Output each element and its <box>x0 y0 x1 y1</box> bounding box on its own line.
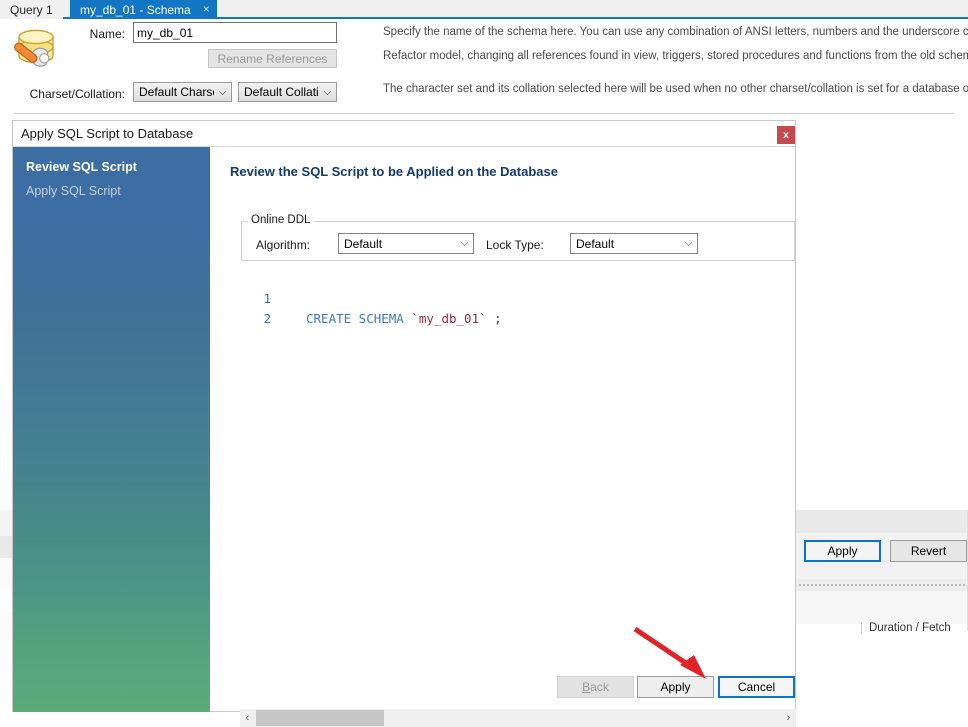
sql-identifier: `my_db_01` <box>411 311 487 326</box>
wizard-step-apply-label: Apply SQL Script <box>26 184 121 198</box>
name-label: Name: <box>89 27 125 41</box>
result-apply-button[interactable]: Apply <box>804 540 881 562</box>
result-apply-label: Apply <box>827 544 858 558</box>
algorithm-select[interactable]: Default ⌵ <box>338 233 474 254</box>
charset-collation-label: Charset/Collation: <box>29 87 125 101</box>
collation-select[interactable]: Default Collation ⌵ <box>238 82 337 102</box>
tab-query-1[interactable]: Query 1 <box>0 0 63 19</box>
chevron-down-icon: ⌵ <box>218 86 227 98</box>
toolbar-band-upper <box>795 510 968 533</box>
apply-sql-script-dialog: Apply SQL Script to Database x Review SQ… <box>12 120 796 727</box>
tab-close-icon[interactable]: × <box>203 2 210 16</box>
lock-type-select-value: Default <box>576 236 615 251</box>
sql-keyword: CREATE SCHEMA <box>306 311 404 326</box>
apply-button-label: Apply <box>660 680 691 694</box>
background-row-sliver <box>0 510 12 536</box>
back-button-label: Back <box>582 680 609 694</box>
background-row-sliver <box>0 536 12 558</box>
header-divider <box>14 113 954 114</box>
wizard-step-review-sql-script[interactable]: Review SQL Script <box>26 160 137 174</box>
sql-line: 1 CREATE SCHEMA `my_db_01` ; <box>241 269 502 326</box>
dialog-heading: Review the SQL Script to be Applied on t… <box>230 164 558 179</box>
cancel-button-label: Cancel <box>737 680 776 694</box>
result-revert-label: Revert <box>910 544 947 558</box>
result-revert-button[interactable]: Revert <box>890 540 967 562</box>
wizard-step-sidebar: Review SQL Script Apply SQL Script <box>13 147 210 712</box>
splitter-handle[interactable] <box>795 579 968 591</box>
scrollbar-thumb[interactable] <box>256 710 384 726</box>
database-wrench-icon <box>10 20 72 82</box>
lock-type-select[interactable]: Default ⌵ <box>570 233 698 254</box>
editor-tabbar: Query 1 my_db_01 - Schema × <box>0 0 968 19</box>
tab-my-db-01-schema[interactable]: my_db_01 - Schema × <box>70 0 217 19</box>
result-grid-toolbar-panel: Apply Revert Duration / Fetch <box>795 510 968 722</box>
toolbar-band-lower <box>795 591 968 624</box>
collation-select-value: Default Collation <box>244 85 319 99</box>
chevron-down-icon: ⌵ <box>323 86 332 98</box>
tab-my-db-01-schema-label: my_db_01 - Schema <box>80 2 191 17</box>
rename-references-label: Rename References <box>217 51 328 66</box>
name-hint-text: Specify the name of the schema here. You… <box>383 26 968 38</box>
schema-name-input[interactable] <box>133 22 337 43</box>
background-row-sliver <box>0 558 12 586</box>
application-root: Query 1 my_db_01 - Schema × Name: Rename… <box>0 0 968 727</box>
sql-editor-horizontal-scrollbar[interactable]: ‹ › <box>240 709 796 727</box>
chevron-down-icon: ⌵ <box>460 238 469 249</box>
apply-button[interactable]: Apply <box>637 676 714 698</box>
cancel-button[interactable]: Cancel <box>718 676 795 698</box>
duration-fetch-label: Duration / Fetch <box>861 622 951 634</box>
sql-line: 2 <box>241 289 301 326</box>
wizard-step-review-label: Review SQL Script <box>26 160 137 174</box>
algorithm-select-value: Default <box>344 236 383 251</box>
sql-script-editor[interactable]: 1 CREATE SCHEMA `my_db_01` ; 2 <box>241 269 795 589</box>
scroll-left-arrow-icon[interactable]: ‹ <box>240 709 255 727</box>
background-row-sliver <box>0 586 12 612</box>
sql-line-content: CREATE SCHEMA `my_db_01` ; <box>306 309 502 329</box>
sql-terminator: ; <box>494 311 502 326</box>
charset-hint-text: The character set and its collation sele… <box>383 83 968 95</box>
lock-type-label: Lock Type: <box>486 238 544 252</box>
online-ddl-legend: Online DDL <box>248 214 314 226</box>
background-row-sliver <box>0 612 12 640</box>
chevron-down-icon: ⌵ <box>684 238 693 249</box>
scroll-right-arrow-icon[interactable]: › <box>781 709 796 727</box>
tab-query-1-label: Query 1 <box>10 2 53 17</box>
dialog-title: Apply SQL Script to Database <box>21 126 194 141</box>
algorithm-label: Algorithm: <box>256 238 311 252</box>
charset-select-value: Default Charset <box>139 85 214 99</box>
sql-line-number: 2 <box>263 312 271 326</box>
charset-select[interactable]: Default Charset ⌵ <box>133 82 232 102</box>
rename-hint-text: Refactor model, changing all references … <box>383 50 968 62</box>
back-button: Back <box>557 676 634 698</box>
rename-references-button[interactable]: Rename References <box>208 49 337 68</box>
wizard-step-apply-sql-script: Apply SQL Script <box>26 184 121 198</box>
close-icon[interactable]: x <box>777 126 795 144</box>
